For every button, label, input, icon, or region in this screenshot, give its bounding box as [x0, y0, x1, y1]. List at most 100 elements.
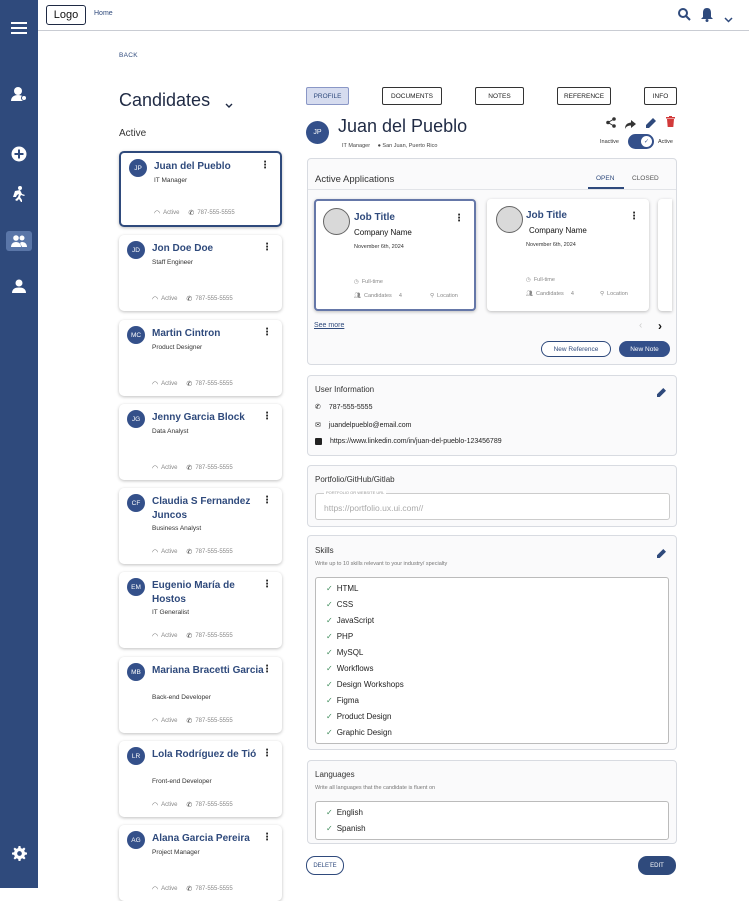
portfolio-url-input[interactable]: PORTFOLIO OR WEBSITE URL https://portfol… [315, 490, 670, 520]
job-card[interactable]: Job Title Company Name November 6th, 202… [487, 199, 649, 311]
candidate-name: Alana Garcia Pereira [152, 833, 250, 844]
settings-gear-icon[interactable] [0, 841, 38, 865]
input-placeholder: https://portfolio.ux.ui.com// [324, 503, 424, 513]
tab-documents[interactable]: DOCUMENTS [382, 87, 442, 105]
more-options-icon[interactable]: ⋮ [262, 579, 272, 590]
candidate-footer: ◠ Active ✆ 787-555-5555 [152, 633, 233, 640]
logo[interactable]: Logo [46, 5, 86, 25]
profile-location: San Juan, Puerto Rico [382, 143, 438, 149]
see-more-link[interactable]: See more [314, 322, 344, 329]
tab-notes[interactable]: NOTES [475, 87, 524, 105]
edit-button[interactable]: EDIT [638, 856, 676, 875]
candidate-name: Mariana Bracetti Garcia [152, 665, 264, 676]
email-icon: ✉ [315, 422, 321, 429]
candidate-role: Front-end Developer [152, 778, 212, 785]
avatar: JP [129, 159, 147, 177]
active-applications-panel: Active Applications OPEN CLOSED Job Titl… [307, 158, 677, 365]
job-location: ⚲ Location [430, 293, 458, 299]
edit-pencil-icon[interactable] [646, 115, 656, 133]
candidate-card[interactable]: MC Martin Cintron Product Designer ⋮ ◠ Active… [119, 320, 282, 396]
more-options-icon[interactable]: ⋮ [262, 242, 272, 253]
tab-reference[interactable]: REFERENCE [557, 87, 611, 105]
edit-pencil-icon[interactable] [657, 545, 666, 563]
check-icon: ✓ [326, 648, 333, 657]
tab-closed[interactable]: CLOSED [632, 175, 659, 182]
toggle-label-active: Active [658, 139, 673, 145]
candidate-card[interactable]: AG Alana Garcia Pereira Project Manager ⋮ ◠ A… [119, 825, 282, 901]
avatar: CF [127, 494, 145, 512]
phone-icon: ✆ [186, 886, 193, 893]
person-icon[interactable] [0, 274, 38, 298]
more-options-icon[interactable]: ⋮ [262, 495, 272, 506]
wifi-icon: ◠ [152, 296, 159, 303]
more-options-icon[interactable]: ⋮ [629, 211, 639, 222]
check-icon: ✓ [326, 632, 333, 641]
skills-textarea[interactable]: ✓ HTML ✓ CSS ✓ JavaScript ✓ PHP ✓ MySQL ✓ Workflows… [315, 577, 669, 744]
more-options-icon[interactable]: ⋮ [454, 213, 464, 224]
trash-icon[interactable] [666, 114, 675, 132]
job-card-partial[interactable] [658, 199, 672, 311]
chevron-right-icon[interactable]: › [658, 319, 662, 333]
avatar: AG [127, 831, 145, 849]
clock-icon: ◷ [526, 277, 531, 283]
candidate-card[interactable]: MB Mariana Bracetti Garcia Back-end Develo… [119, 657, 282, 733]
candidate-footer: ◠ Active ✆ 787-555-5555 [152, 465, 233, 472]
job-type: ◷ Full-time [354, 279, 383, 285]
tab-open[interactable]: OPEN [596, 175, 614, 182]
candidate-card[interactable]: EM Eugenio María de Hostos IT Generalist ⋮ ◠… [119, 572, 282, 648]
candidate-role: IT Manager [154, 177, 188, 184]
check-icon: ✓ [326, 616, 333, 625]
user-settings-icon[interactable] [0, 82, 38, 106]
status-toggle[interactable]: ✓ [628, 134, 654, 149]
candidate-card[interactable]: JP Juan del Pueblo IT Manager ⋮ ◠ Active ✆ 787-… [119, 151, 282, 227]
tab-profile[interactable]: PROFILE [306, 87, 349, 105]
menu-icon[interactable] [0, 16, 38, 40]
candidate-card[interactable]: JG Jenny Garcia Block Data Analyst ⋮ ◠ Active… [119, 404, 282, 480]
run-icon[interactable] [0, 182, 38, 206]
new-reference-button[interactable]: New Reference [541, 341, 611, 357]
delete-button[interactable]: DELETE [306, 856, 344, 875]
candidate-footer: ◠ Active ✆ 787-555-5555 [154, 210, 235, 217]
candidate-card[interactable]: LR Lola Rodríguez de Tió Front-end Develop… [119, 741, 282, 817]
check-icon: ✓ [326, 664, 333, 673]
location-pin-icon: ⚲ [430, 293, 435, 299]
toggle-label-inactive: Inactive [600, 139, 619, 145]
more-options-icon[interactable]: ⋮ [260, 160, 270, 171]
chevron-down-icon[interactable] [724, 10, 733, 28]
more-options-icon[interactable]: ⋮ [262, 411, 272, 422]
helper-text: Write all languages that the candidate i… [315, 785, 436, 791]
phone-icon: ✆ [186, 381, 193, 388]
breadcrumb-home[interactable]: Home [94, 10, 113, 17]
skills-panel: Skills Write up to 10 skills relevant to… [307, 535, 677, 750]
candidate-role: Product Designer [152, 344, 203, 351]
chevron-down-icon[interactable] [225, 96, 233, 114]
phone-icon: ✆ [186, 549, 193, 556]
language-item: ✓ English [326, 808, 363, 817]
bell-icon[interactable] [701, 8, 713, 27]
back-link[interactable]: BACK [119, 52, 138, 59]
people-icon: 👥︎ [354, 293, 361, 299]
edit-pencil-icon[interactable] [657, 384, 666, 402]
new-note-button[interactable]: New Note [619, 341, 670, 357]
languages-textarea[interactable]: ✓ English ✓ Spanish [315, 801, 669, 840]
more-options-icon[interactable]: ⋮ [262, 664, 272, 675]
avatar: LR [127, 747, 145, 765]
skill-item: ✓ CSS [326, 600, 354, 609]
share-icon[interactable] [606, 115, 616, 133]
add-circle-icon[interactable] [0, 142, 38, 166]
skill-item: ✓ JavaScript [326, 616, 375, 625]
more-options-icon[interactable]: ⋮ [262, 327, 272, 338]
job-card[interactable]: Job Title Company Name November 6th, 202… [314, 199, 476, 311]
people-icon[interactable] [6, 231, 32, 251]
candidate-card[interactable]: JD Jon Doe Doe Staff Engineer ⋮ ◠ Active ✆ 787-… [119, 235, 282, 311]
more-options-icon[interactable]: ⋮ [262, 832, 272, 843]
wifi-icon: ◠ [152, 633, 159, 640]
search-icon[interactable] [678, 8, 691, 26]
check-icon: ✓ [326, 696, 333, 705]
forward-icon[interactable] [625, 116, 636, 134]
more-options-icon[interactable]: ⋮ [262, 748, 272, 759]
chevron-left-icon[interactable]: ‹ [639, 320, 642, 331]
tab-info[interactable]: INFO [644, 87, 677, 105]
candidate-card[interactable]: CF Claudia S Fernandez Juncos Business Ana… [119, 488, 282, 564]
topbar: Logo Home [38, 0, 749, 31]
